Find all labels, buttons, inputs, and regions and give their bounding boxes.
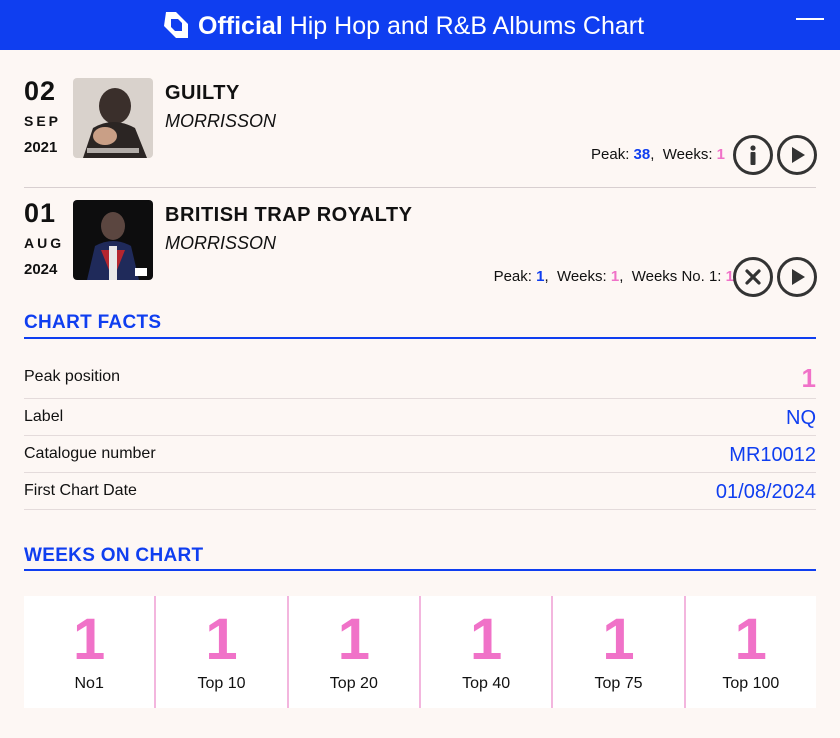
- chart-title: Official Hip Hop and R&B Albums Chart: [198, 12, 644, 40]
- entry-date-day: 01: [24, 198, 57, 228]
- entry-date-month: SEP: [24, 113, 62, 129]
- weeks-cell-label: Top 100: [722, 675, 780, 692]
- fact-label: Catalogue number: [24, 445, 156, 462]
- play-icon: [792, 269, 805, 285]
- weeks-label: Weeks:: [662, 146, 717, 163]
- menu-icon: [796, 18, 824, 20]
- top-bar: Official Hip Hop and R&B Albums Chart: [0, 0, 840, 50]
- weeks-cell-top20: 1 Top 20: [288, 596, 421, 708]
- entry-date-month: AUG: [24, 235, 65, 251]
- weeks-cell-label: Top 40: [462, 675, 511, 692]
- weeks-label: Weeks:: [556, 268, 611, 285]
- info-button[interactable]: [733, 135, 773, 175]
- weeks-cell-value: 1: [337, 607, 370, 672]
- weeks-cell-value: 1: [470, 607, 503, 672]
- info-icon: [750, 145, 756, 165]
- weeks-cell-value: 1: [205, 607, 238, 672]
- weeks-cell-no1: 1 No1: [24, 596, 157, 708]
- fact-label: Peak position: [24, 368, 121, 385]
- chart-facts-rule: [24, 337, 816, 339]
- fact-value: NQ: [786, 407, 816, 429]
- chart-title-rest: Hip Hop and R&B Albums Chart: [282, 12, 645, 40]
- entry-stats: Peak: 38, Weeks: 1: [591, 146, 725, 163]
- peak-value: 38: [633, 146, 651, 163]
- weeks-cell-value: 1: [602, 607, 635, 672]
- fact-value: 1: [801, 363, 816, 393]
- chart-facts-heading: CHART FACTS: [24, 312, 162, 333]
- weeks-cell-value: 1: [73, 607, 106, 672]
- weeks-cell-top40: 1 Top 40: [420, 596, 554, 708]
- album-artist[interactable]: MORRISSON: [165, 111, 276, 132]
- entry-date-day: 02: [24, 76, 57, 106]
- fact-row-catalogue-number: Catalogue number MR10012: [24, 436, 816, 473]
- weeks-value: 1: [610, 268, 620, 285]
- weeks-value: 1: [716, 146, 725, 163]
- weeks-cell-top75: 1 Top 75: [553, 596, 686, 708]
- chart-title-bold: Official: [198, 12, 283, 40]
- weeks-cell-top10: 1 Top 10: [156, 596, 289, 708]
- weeks-cell-top100: 1 Top 100: [685, 596, 816, 708]
- weeks-cell-label: No1: [74, 675, 104, 692]
- chart-entry: 02 SEP 2021 GUILTY MORRISSON Peak: 38, W…: [24, 76, 817, 188]
- fact-label: Label: [24, 408, 64, 425]
- fact-row-label: Label NQ: [24, 399, 816, 436]
- close-button[interactable]: [733, 257, 773, 297]
- fact-row-peak-position: Peak position 1: [24, 360, 816, 399]
- weeks-on-chart-grid: 1 No1 1 Top 10 1 Top 20 1 Top 40 1 Top 7…: [24, 596, 816, 708]
- fact-label: First Chart Date: [24, 482, 137, 499]
- peak-value: 1: [536, 268, 545, 285]
- play-button[interactable]: [777, 135, 817, 175]
- weeks-on-chart-rule: [24, 569, 816, 571]
- album-artist[interactable]: MORRISSON: [165, 233, 276, 254]
- weeks-cell-value: 1: [734, 607, 767, 672]
- peak-label: Peak:: [591, 146, 634, 163]
- weeks-cell-label: Top 20: [329, 675, 378, 692]
- weeks-cell-label: Top 75: [594, 675, 643, 692]
- album-cover[interactable]: [73, 78, 153, 158]
- weeks-no1-label: Weeks No. 1:: [631, 268, 726, 285]
- album-title[interactable]: BRITISH TRAP ROYALTY: [165, 204, 412, 227]
- album-cover[interactable]: [73, 200, 153, 280]
- weeks-cell-label: Top 10: [197, 675, 246, 692]
- play-icon: [792, 147, 805, 163]
- entry-date-year: 2021: [24, 139, 58, 156]
- chart-entry: 01 AUG 2024 BRITISH TRAP ROYALTY MORRISS…: [24, 198, 817, 302]
- fact-value: MR10012: [729, 444, 816, 466]
- fact-row-first-chart-date: First Chart Date 01/08/2024: [24, 473, 816, 510]
- close-icon: [745, 269, 761, 285]
- official-charts-logo-icon[interactable]: [162, 10, 190, 40]
- peak-label: Peak:: [493, 268, 537, 285]
- play-button[interactable]: [777, 257, 817, 297]
- fact-value: 01/08/2024: [715, 481, 816, 503]
- album-title[interactable]: GUILTY: [165, 82, 240, 105]
- entry-date-year: 2024: [24, 261, 58, 278]
- weeks-on-chart-heading: WEEKS ON CHART: [24, 545, 204, 566]
- menu-button[interactable]: [796, 18, 824, 30]
- entry-stats: Peak: 1, Weeks: 1, Weeks No. 1: 1: [493, 268, 734, 285]
